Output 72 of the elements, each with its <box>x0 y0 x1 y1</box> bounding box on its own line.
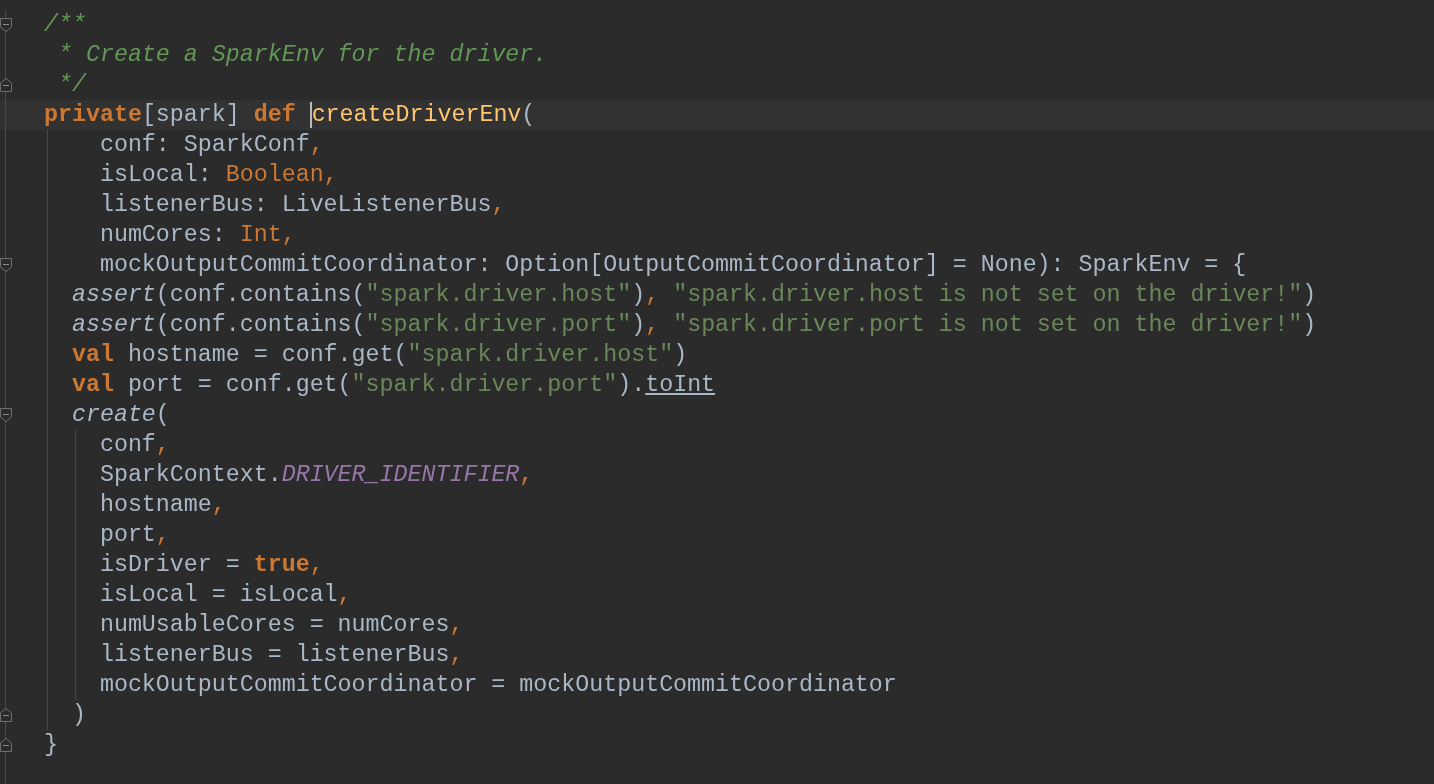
code-token: numCores: <box>99 222 227 248</box>
code-token: hostname <box>99 492 212 518</box>
code-token: Boolean <box>225 162 324 188</box>
code-token: val <box>71 372 115 398</box>
code-token: ) <box>631 312 646 338</box>
code-token: , <box>519 462 534 488</box>
code-token: conf <box>99 432 156 458</box>
code-token: isDriver = <box>99 552 241 578</box>
code-token: true <box>253 552 310 578</box>
code-token: isLocal: <box>99 162 213 188</box>
code-token: DRIVER_IDENTIFIER <box>281 462 520 488</box>
code-token: ) <box>631 282 646 308</box>
code-token: assert <box>71 282 156 308</box>
fold-collapse-icon[interactable] <box>0 708 12 722</box>
code-token: /** <box>44 12 86 38</box>
code-token: ( <box>521 102 536 128</box>
code-token: port <box>99 522 156 548</box>
code-token: , <box>449 612 464 638</box>
code-token: "spark.driver.port" <box>365 312 632 338</box>
code-token: def <box>253 102 297 128</box>
code-token: (conf.contains( <box>155 282 366 308</box>
code-token: , <box>155 432 170 458</box>
code-token: (conf.contains( <box>155 312 366 338</box>
code-token: ) <box>1302 282 1317 308</box>
code-token: * Create a SparkEnv for the driver. <box>58 42 548 68</box>
code-token: ( <box>155 402 170 428</box>
fold-collapse-icon[interactable] <box>0 738 12 752</box>
code-token: hostname = conf.get( <box>127 342 408 368</box>
code-token: ). <box>617 372 646 398</box>
code-token: } <box>44 732 58 758</box>
code-token: assert <box>71 312 156 338</box>
code-token: toInt <box>645 372 716 398</box>
code-token: , <box>309 552 324 578</box>
fold-collapse-icon[interactable] <box>0 258 12 272</box>
code-token: "spark.driver.host is not set on the driver!" <box>673 282 1303 308</box>
code-token: , <box>337 582 352 608</box>
code-token: isLocal = isLocal <box>99 582 338 608</box>
code-token: ) <box>673 342 688 368</box>
code-token: private <box>44 102 142 128</box>
code-token: , <box>645 282 661 308</box>
code-token: , <box>155 522 170 548</box>
code-token: "spark.driver.host" <box>407 342 674 368</box>
code-token: conf: SparkConf <box>99 132 310 158</box>
fold-collapse-icon[interactable] <box>0 78 12 92</box>
code-token: , <box>449 642 464 668</box>
text-cursor <box>309 102 312 128</box>
code-token: , <box>491 192 506 218</box>
code-token: , <box>211 492 226 518</box>
code-token: Int <box>239 222 282 248</box>
code-token: listenerBus = listenerBus <box>99 642 450 668</box>
code-token: "spark.driver.host" <box>365 282 632 308</box>
code-token: port = conf.get( <box>127 372 352 398</box>
code-token: mockOutputCommitCoordinator = mockOutputCommitCoordinator <box>99 672 897 698</box>
code-token: numUsableCores = numCores <box>99 612 450 638</box>
code-token: listenerBus: LiveListenerBus <box>99 192 492 218</box>
code-token: createDriverEnv <box>311 102 522 128</box>
code-token: , <box>645 312 661 338</box>
code-token: , <box>323 162 338 188</box>
code-token: "spark.driver.port is not set on the driver!" <box>673 312 1303 338</box>
code-token: [spark] <box>141 102 241 128</box>
code-token: "spark.driver.port" <box>351 372 618 398</box>
code-token: , <box>309 132 324 158</box>
code-token: mockOutputCommitCoordinator: Option[OutputCommitCoordinator] = None): SparkEnv = { <box>99 252 1247 278</box>
code-token: ) <box>71 702 86 728</box>
code-token: ) <box>1302 312 1317 338</box>
code-token: */ <box>58 72 86 98</box>
code-token: , <box>281 222 296 248</box>
fold-collapse-icon[interactable] <box>0 18 12 32</box>
fold-collapse-icon[interactable] <box>0 408 12 422</box>
code-token: val <box>71 342 115 368</box>
code-token: SparkContext. <box>99 462 282 488</box>
code-token: create <box>71 402 156 428</box>
